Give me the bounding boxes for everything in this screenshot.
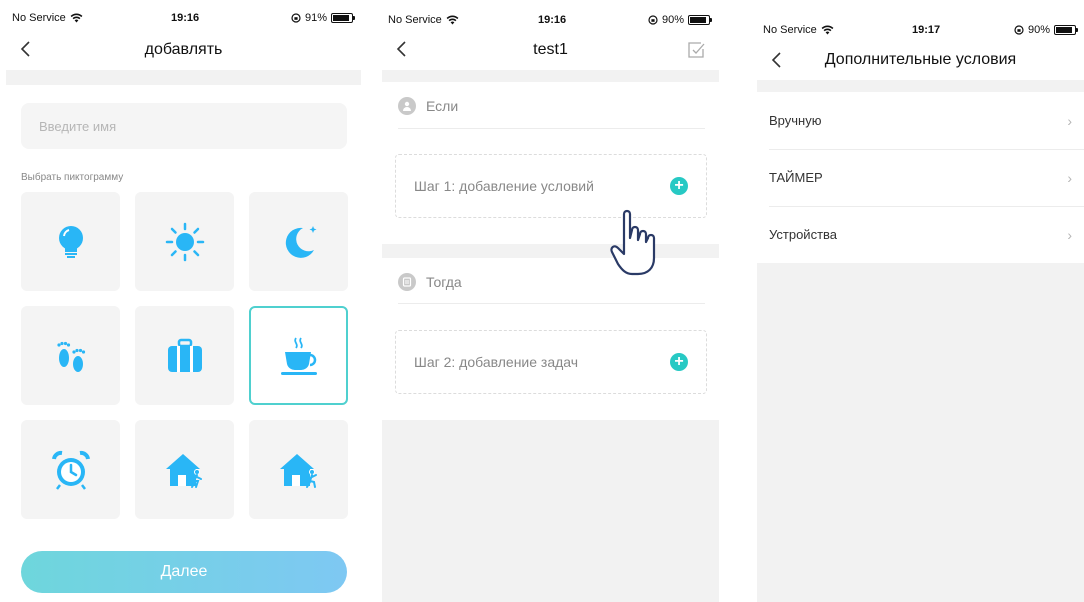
then-label: Тогда bbox=[426, 274, 462, 290]
empty-area bbox=[382, 420, 719, 602]
sun-icon bbox=[165, 222, 204, 261]
icon-section-label: Выбрать пиктограмму bbox=[21, 172, 124, 183]
row-label: Вручную bbox=[769, 113, 822, 128]
carrier: No Service bbox=[763, 24, 834, 36]
name-input[interactable] bbox=[21, 103, 347, 149]
add-task-plus-icon[interactable]: + bbox=[670, 353, 688, 371]
orientation-lock-icon bbox=[1014, 25, 1024, 35]
if-section-header: Если bbox=[382, 83, 719, 129]
coffee-cup-icon bbox=[280, 336, 317, 375]
screen-scene-editor: No Service 19:16 90% test1 Если Шаг 1: д… bbox=[382, 0, 719, 602]
icon-option-footprints[interactable] bbox=[21, 306, 120, 405]
if-label: Если bbox=[426, 98, 459, 114]
section-divider bbox=[757, 80, 1084, 92]
icon-option-moon[interactable] bbox=[249, 192, 348, 291]
battery-status: 90% bbox=[1014, 24, 1079, 36]
icon-option-alarm-clock[interactable] bbox=[21, 420, 120, 519]
carrier-label: No Service bbox=[12, 12, 66, 24]
chevron-right-icon: › bbox=[1067, 112, 1072, 129]
battery-icon bbox=[1054, 25, 1079, 35]
home-enter-icon bbox=[165, 453, 202, 488]
section-divider bbox=[382, 70, 719, 82]
carrier-label: No Service bbox=[763, 24, 817, 36]
icon-option-home-enter[interactable] bbox=[135, 420, 234, 519]
battery-status: 91% bbox=[291, 12, 356, 24]
wifi-icon bbox=[821, 25, 834, 35]
carrier-label: No Service bbox=[388, 14, 442, 26]
tap-hand-icon bbox=[610, 209, 656, 276]
page-title: test1 bbox=[533, 41, 568, 58]
condition-icon bbox=[398, 97, 416, 115]
chevron-right-icon: › bbox=[1067, 226, 1072, 243]
step1-label: Шаг 1: добавление условий bbox=[414, 178, 594, 194]
footprints-icon bbox=[56, 341, 85, 372]
empty-area bbox=[757, 263, 1084, 602]
battery-percent: 91% bbox=[305, 12, 328, 24]
add-task-step[interactable]: Шаг 2: добавление задач + bbox=[395, 330, 707, 394]
icon-option-suitcase[interactable] bbox=[135, 306, 234, 405]
wifi-icon bbox=[446, 15, 459, 25]
moon-icon bbox=[285, 225, 316, 258]
icon-option-home-leave[interactable] bbox=[249, 420, 348, 519]
save-check-icon[interactable] bbox=[687, 41, 705, 59]
chevron-right-icon: › bbox=[1067, 169, 1072, 186]
clock: 19:17 bbox=[912, 24, 941, 36]
then-section-header: Тогда bbox=[382, 259, 719, 305]
home-leave-icon bbox=[279, 453, 317, 488]
navbar: Дополнительные условия bbox=[757, 43, 1084, 77]
status-bar: No Service 19:16 90% bbox=[382, 8, 719, 30]
divider bbox=[398, 128, 705, 129]
task-icon bbox=[398, 273, 416, 291]
wifi-icon bbox=[70, 13, 83, 23]
icon-grid bbox=[21, 192, 348, 520]
section-divider bbox=[6, 70, 361, 85]
battery-percent: 90% bbox=[1028, 24, 1051, 36]
carrier: No Service bbox=[388, 14, 459, 26]
screen-additional-conditions: No Service 19:17 90% Дополнительные усло… bbox=[757, 0, 1084, 602]
add-condition-plus-icon[interactable]: + bbox=[670, 177, 688, 195]
navbar: test1 bbox=[382, 32, 719, 66]
page-title: Дополнительные условия bbox=[824, 51, 1017, 68]
navbar: добавлять bbox=[6, 32, 361, 66]
status-bar: No Service 19:16 91% bbox=[6, 6, 361, 28]
condition-row-manual[interactable]: Вручную › bbox=[757, 92, 1084, 149]
screen-add-scene: No Service 19:16 91% добавлять Выбрать п… bbox=[6, 0, 361, 602]
row-label: ТАЙМЕР bbox=[769, 170, 823, 185]
battery-icon bbox=[331, 13, 356, 23]
clock: 19:16 bbox=[171, 12, 200, 24]
next-button[interactable]: Далее bbox=[21, 551, 347, 593]
orientation-lock-icon bbox=[291, 13, 301, 23]
carrier: No Service bbox=[12, 12, 83, 24]
icon-option-coffee-cup[interactable] bbox=[249, 306, 348, 405]
step2-label: Шаг 2: добавление задач bbox=[414, 354, 579, 370]
status-bar: No Service 19:17 90% bbox=[757, 18, 1084, 40]
row-label: Устройства bbox=[769, 227, 838, 242]
icon-option-sun[interactable] bbox=[135, 192, 234, 291]
divider bbox=[398, 303, 705, 304]
clock: 19:16 bbox=[538, 14, 567, 26]
suitcase-icon bbox=[167, 338, 202, 372]
section-divider bbox=[382, 244, 719, 258]
battery-icon bbox=[688, 15, 713, 25]
orientation-lock-icon bbox=[648, 15, 658, 25]
battery-percent: 90% bbox=[662, 14, 685, 26]
page-title: добавлять bbox=[144, 41, 223, 58]
icon-option-lightbulb[interactable] bbox=[21, 192, 120, 291]
condition-row-devices[interactable]: Устройства › bbox=[757, 206, 1084, 263]
alarm-clock-icon bbox=[51, 450, 90, 490]
lightbulb-icon bbox=[58, 225, 83, 258]
battery-status: 90% bbox=[648, 14, 713, 26]
condition-row-timer[interactable]: ТАЙМЕР › bbox=[757, 149, 1084, 206]
